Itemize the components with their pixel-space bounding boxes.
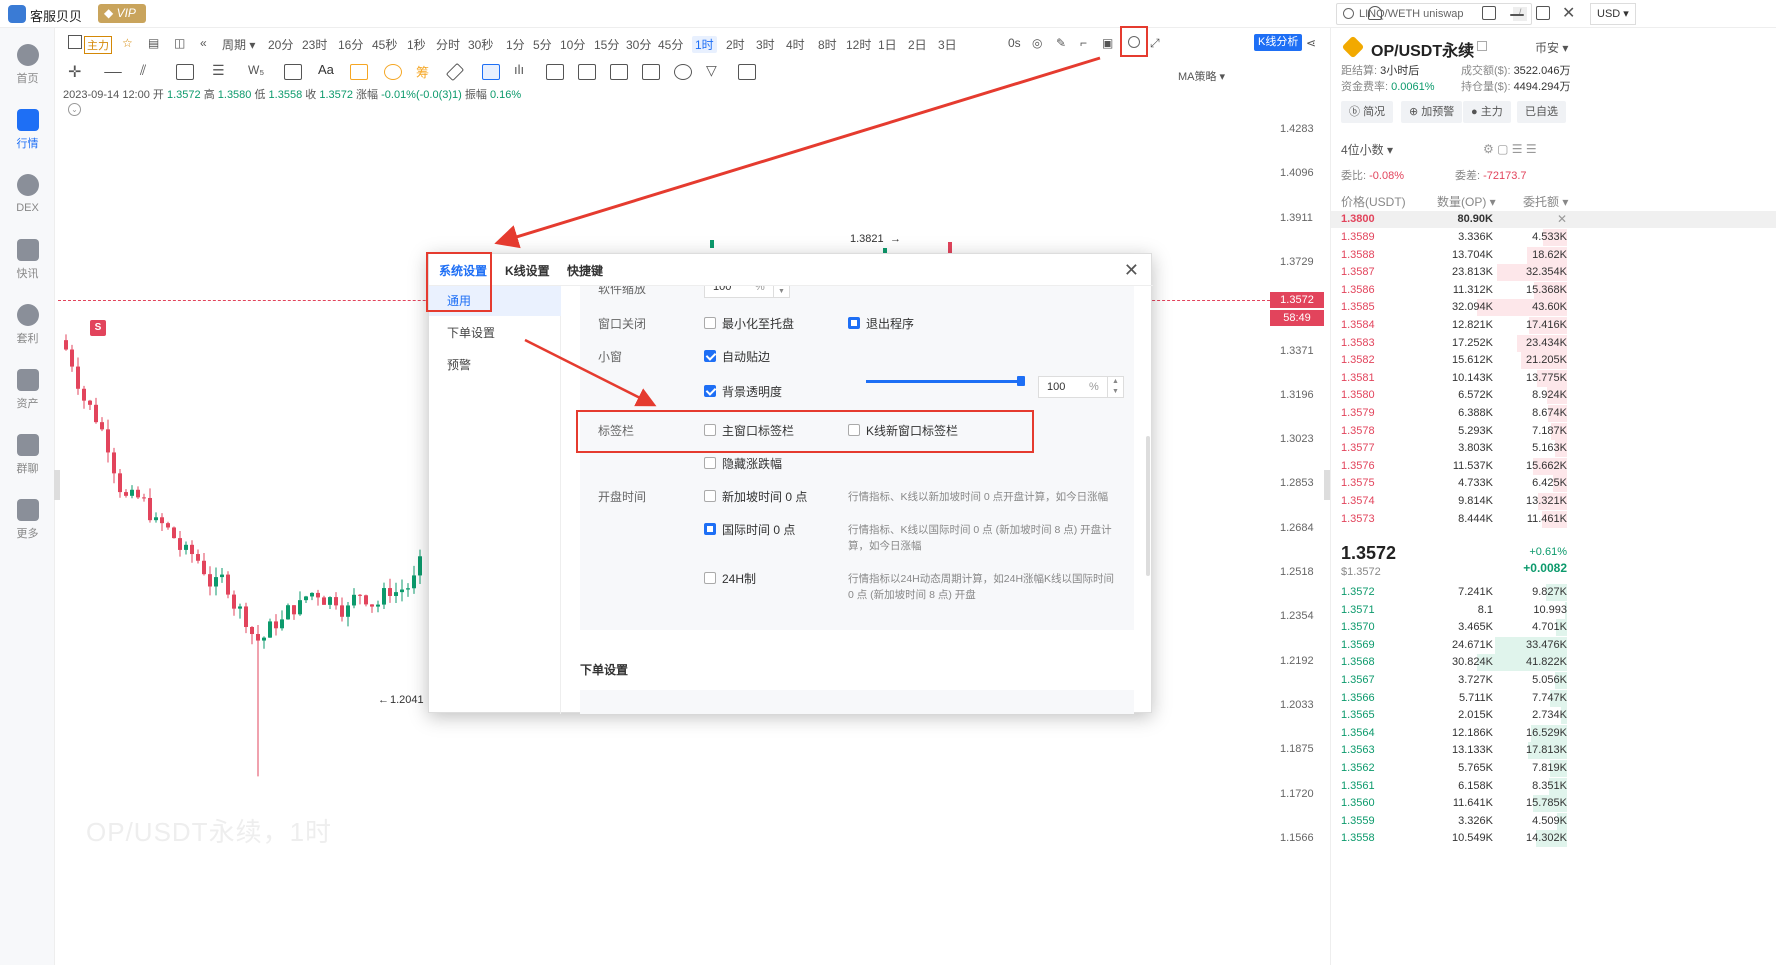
annotation-arrows	[494, 56, 1101, 407]
annotation-arrow-1	[494, 56, 1101, 249]
annotation-arrow-2	[524, 338, 657, 407]
